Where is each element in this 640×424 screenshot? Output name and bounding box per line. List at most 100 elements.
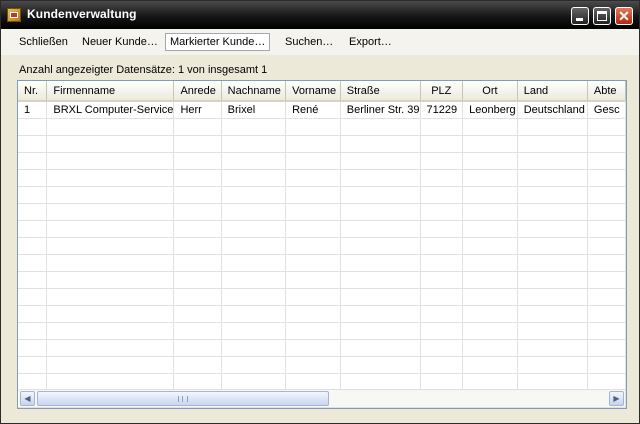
table-row[interactable]: 1 BRXL Computer-Service Herr Brixel René… xyxy=(18,101,626,119)
empty-row xyxy=(18,169,626,187)
scroll-left-icon[interactable]: ◀ xyxy=(20,391,35,406)
empty-cell xyxy=(420,135,464,153)
cell-city[interactable]: Leonberg xyxy=(462,101,518,119)
col-header-country[interactable]: Land xyxy=(517,81,588,102)
empty-cell xyxy=(420,407,464,408)
close-window-button[interactable]: ✕ xyxy=(615,7,633,25)
minimize-button[interactable] xyxy=(571,7,589,25)
empty-cell xyxy=(173,288,222,306)
empty-cell xyxy=(46,220,175,238)
empty-cell xyxy=(173,135,222,153)
empty-cell xyxy=(221,288,287,306)
empty-cell xyxy=(340,118,421,136)
col-header-lastname[interactable]: Nachname xyxy=(221,81,287,102)
empty-row xyxy=(18,186,626,204)
empty-cell xyxy=(587,339,626,357)
empty-cell xyxy=(587,356,626,374)
col-header-company[interactable]: Firmenname xyxy=(46,81,175,102)
empty-cell xyxy=(221,407,287,408)
menu-marked-customer[interactable]: Markierter Kunde… xyxy=(165,33,271,51)
empty-cell xyxy=(587,322,626,340)
col-header-department[interactable]: Abte xyxy=(587,81,626,102)
col-header-firstname[interactable]: Vorname xyxy=(285,81,341,102)
empty-cell xyxy=(587,373,626,391)
empty-cell xyxy=(221,254,287,272)
empty-row xyxy=(18,203,626,221)
empty-cell xyxy=(221,305,287,323)
empty-cell xyxy=(340,186,421,204)
empty-cell xyxy=(517,305,588,323)
empty-cell xyxy=(340,237,421,255)
empty-cell xyxy=(517,322,588,340)
empty-cell xyxy=(340,135,421,153)
title-bar[interactable]: Kundenverwaltung ✕ xyxy=(1,1,639,29)
empty-cell xyxy=(173,254,222,272)
empty-cell xyxy=(221,237,287,255)
empty-cell xyxy=(462,407,518,408)
customer-grid[interactable]: Nr. Firmenname Anrede Nachname Vorname S… xyxy=(17,80,627,409)
empty-cell xyxy=(587,118,626,136)
empty-cell xyxy=(462,203,518,221)
empty-cell xyxy=(18,305,48,323)
close-icon: ✕ xyxy=(618,8,630,24)
col-header-salutation[interactable]: Anrede xyxy=(173,81,222,102)
empty-cell xyxy=(517,339,588,357)
empty-row xyxy=(18,322,626,340)
empty-cell xyxy=(420,305,464,323)
empty-cell xyxy=(517,152,588,170)
empty-cell xyxy=(46,373,175,391)
cell-company[interactable]: BRXL Computer-Service xyxy=(46,101,175,119)
empty-cell xyxy=(517,237,588,255)
empty-row xyxy=(18,118,626,136)
empty-cell xyxy=(587,152,626,170)
cell-zip[interactable]: 71229 xyxy=(420,101,464,119)
empty-cell xyxy=(462,169,518,187)
cell-country[interactable]: Deutschland xyxy=(517,101,588,119)
empty-cell xyxy=(221,271,287,289)
empty-cell xyxy=(173,186,222,204)
empty-cell xyxy=(462,254,518,272)
cell-nr[interactable]: 1 xyxy=(18,101,48,119)
empty-cell xyxy=(420,118,464,136)
window-title: Kundenverwaltung xyxy=(27,7,137,21)
empty-cell xyxy=(517,169,588,187)
col-header-city[interactable]: Ort xyxy=(462,81,518,102)
empty-cell xyxy=(340,339,421,357)
cell-street[interactable]: Berliner Str. 39 xyxy=(340,101,421,119)
empty-cell xyxy=(46,271,175,289)
empty-cell xyxy=(340,220,421,238)
empty-cell xyxy=(173,322,222,340)
empty-cell xyxy=(221,186,287,204)
empty-cell xyxy=(173,237,222,255)
empty-cell xyxy=(517,135,588,153)
maximize-button[interactable] xyxy=(593,7,611,25)
empty-cell xyxy=(46,203,175,221)
menu-close[interactable]: Schließen xyxy=(15,33,72,51)
empty-cell xyxy=(221,220,287,238)
cell-salutation[interactable]: Herr xyxy=(173,101,222,119)
empty-cell xyxy=(517,186,588,204)
scrollbar-thumb[interactable] xyxy=(37,391,329,406)
horizontal-scrollbar[interactable]: ◀ ▶ xyxy=(19,389,625,407)
col-header-zip[interactable]: PLZ xyxy=(420,81,464,102)
empty-cell xyxy=(420,322,464,340)
empty-row xyxy=(18,254,626,272)
empty-cell xyxy=(517,373,588,391)
minimize-icon xyxy=(576,18,583,21)
cell-firstname[interactable]: René xyxy=(285,101,341,119)
empty-cell xyxy=(285,356,341,374)
empty-cell xyxy=(587,305,626,323)
col-header-street[interactable]: Straße xyxy=(340,81,421,102)
empty-cell xyxy=(46,135,175,153)
scroll-right-icon[interactable]: ▶ xyxy=(609,391,624,406)
menu-new-customer[interactable]: Neuer Kunde… xyxy=(78,33,162,51)
empty-cell xyxy=(587,271,626,289)
cell-lastname[interactable]: Brixel xyxy=(221,101,287,119)
empty-row xyxy=(18,339,626,357)
menu-search[interactable]: Suchen… xyxy=(281,33,337,51)
col-header-nr[interactable]: Nr. xyxy=(18,81,48,102)
empty-cell xyxy=(18,322,48,340)
empty-cell xyxy=(173,305,222,323)
menu-export[interactable]: Export… xyxy=(345,33,396,51)
cell-department[interactable]: Gesc xyxy=(587,101,626,119)
